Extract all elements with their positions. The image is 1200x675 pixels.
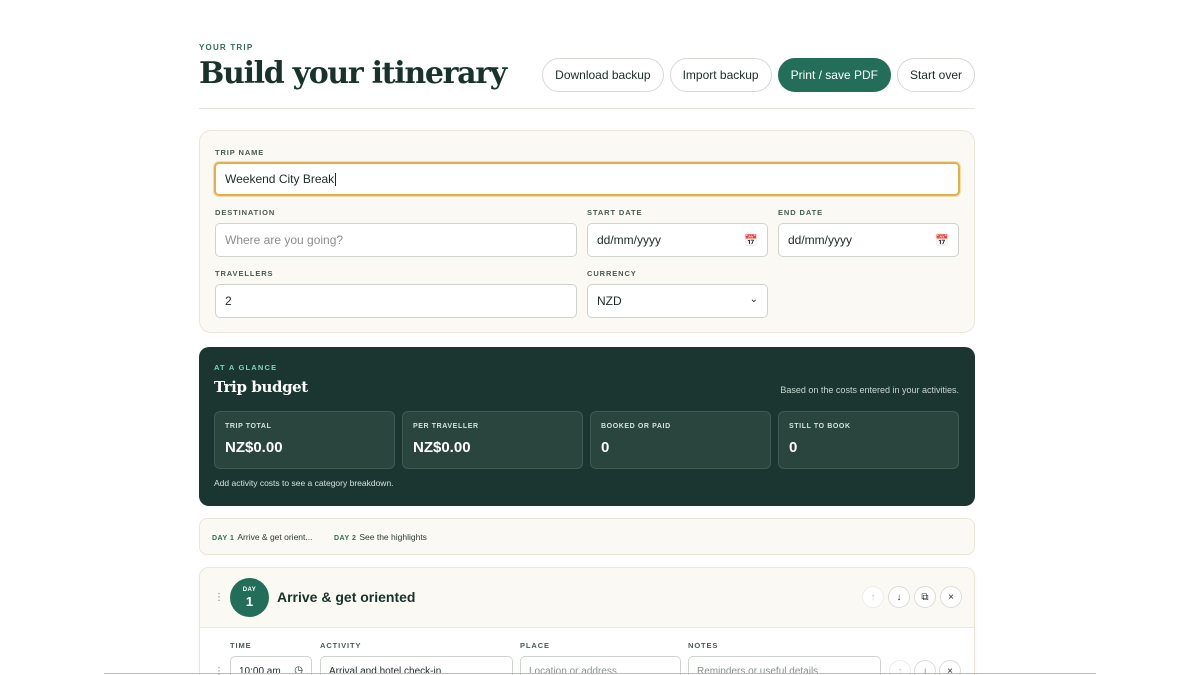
header-divider: [199, 108, 975, 109]
day-nav-label: Arrive & get orient...: [237, 532, 313, 542]
column-notes: NOTES: [688, 641, 719, 650]
text-caret: [335, 172, 337, 186]
end-date-input[interactable]: dd/mm/yyyy 📅: [778, 223, 959, 257]
stat-value: 0: [601, 439, 610, 456]
currency-value: NZD: [597, 294, 622, 308]
stat-label: PER TRAVELLER: [413, 423, 479, 430]
stat-still-to-book: STILL TO BOOK 0: [778, 411, 959, 469]
day-badge-number: 1: [245, 594, 254, 609]
destination-input[interactable]: Where are you going?: [215, 223, 577, 257]
start-date-placeholder: dd/mm/yyyy: [597, 233, 662, 247]
day-nav-label: See the highlights: [359, 532, 427, 542]
currency-select[interactable]: NZD ⌄: [587, 284, 768, 318]
day-badge-label: DAY: [242, 587, 257, 593]
stat-label: STILL TO BOOK: [789, 423, 851, 430]
itinerary-page: YOUR TRIP Build your itinerary Download …: [199, 0, 975, 675]
stat-value: NZ$0.00: [225, 439, 283, 456]
day-nav-tag: DAY 2: [334, 535, 357, 542]
stat-trip-total: TRIP TOTAL NZ$0.00: [214, 411, 395, 469]
trip-budget-panel: AT A GLANCE Trip budget Based on the cos…: [199, 347, 975, 506]
arrow-down-icon[interactable]: ↓: [888, 586, 910, 608]
import-backup-button[interactable]: Import backup: [669, 58, 772, 92]
calendar-icon[interactable]: 📅: [935, 234, 949, 247]
day-nav-item-1[interactable]: DAY 1 Arrive & get orient...: [212, 532, 312, 542]
trip-name-value: Weekend City Break: [225, 172, 335, 186]
budget-title: Trip budget: [214, 378, 308, 396]
stat-per-traveller: PER TRAVELLER NZ$0.00: [402, 411, 583, 469]
day-nav-item-2[interactable]: DAY 2 See the highlights: [334, 532, 427, 542]
budget-eyebrow: AT A GLANCE: [214, 363, 278, 372]
travellers-label: TRAVELLERS: [215, 269, 274, 278]
day-title[interactable]: Arrive & get oriented: [277, 589, 415, 605]
day-navigation: DAY 1 Arrive & get orient... DAY 2 See the…: [199, 518, 975, 555]
currency-label: CURRENCY: [587, 269, 637, 278]
stat-label: TRIP TOTAL: [225, 423, 272, 430]
print-pdf-button[interactable]: Print / save PDF: [777, 58, 891, 92]
trip-name-label: TRIP NAME: [215, 148, 265, 157]
start-date-label: START DATE: [587, 208, 643, 217]
column-place: PLACE: [520, 641, 550, 650]
trip-name-input[interactable]: Weekend City Break: [214, 162, 960, 196]
budget-note: Based on the costs entered in your activ…: [780, 385, 959, 395]
stat-label: BOOKED OR PAID: [601, 423, 671, 430]
day-card: ⋮ DAY 1 Arrive & get oriented ↑ ↓ ⧉ × TI…: [199, 567, 975, 675]
arrow-up-icon[interactable]: ↑: [862, 586, 884, 608]
trip-details-card: TRIP NAME Weekend City Break DESTINATION…: [199, 130, 975, 333]
drag-handle-icon[interactable]: ⋮: [214, 592, 224, 603]
chevron-down-icon: ⌄: [749, 294, 758, 305]
close-icon[interactable]: ×: [940, 586, 962, 608]
start-date-input[interactable]: dd/mm/yyyy 📅: [587, 223, 768, 257]
travellers-value: 2: [225, 294, 232, 308]
page-eyebrow: YOUR TRIP: [199, 43, 254, 52]
travellers-input[interactable]: 2: [215, 284, 577, 318]
viewport-edge-line: [104, 673, 1096, 674]
page-title: Build your itinerary: [199, 56, 507, 91]
stat-value: 0: [789, 439, 798, 456]
column-time: TIME: [230, 641, 252, 650]
calendar-icon[interactable]: 📅: [744, 234, 758, 247]
budget-footnote: Add activity costs to see a category bre…: [214, 478, 394, 488]
end-date-placeholder: dd/mm/yyyy: [788, 233, 853, 247]
destination-label: DESTINATION: [215, 208, 276, 217]
stat-booked-or-paid: BOOKED OR PAID 0: [590, 411, 771, 469]
end-date-label: END DATE: [778, 208, 823, 217]
destination-placeholder: Where are you going?: [225, 233, 344, 247]
duplicate-icon[interactable]: ⧉: [914, 586, 936, 608]
stat-value: NZ$0.00: [413, 439, 471, 456]
day-badge: DAY 1: [230, 578, 269, 617]
download-backup-button[interactable]: Download backup: [542, 58, 664, 92]
day-nav-tag: DAY 1: [212, 535, 235, 542]
column-activity: ACTIVITY: [320, 641, 362, 650]
start-over-button[interactable]: Start over: [896, 58, 975, 92]
header-actions: Download backup Import backup Print / sa…: [542, 58, 975, 92]
day-header: ⋮ DAY 1 Arrive & get oriented ↑ ↓ ⧉ ×: [200, 568, 974, 628]
